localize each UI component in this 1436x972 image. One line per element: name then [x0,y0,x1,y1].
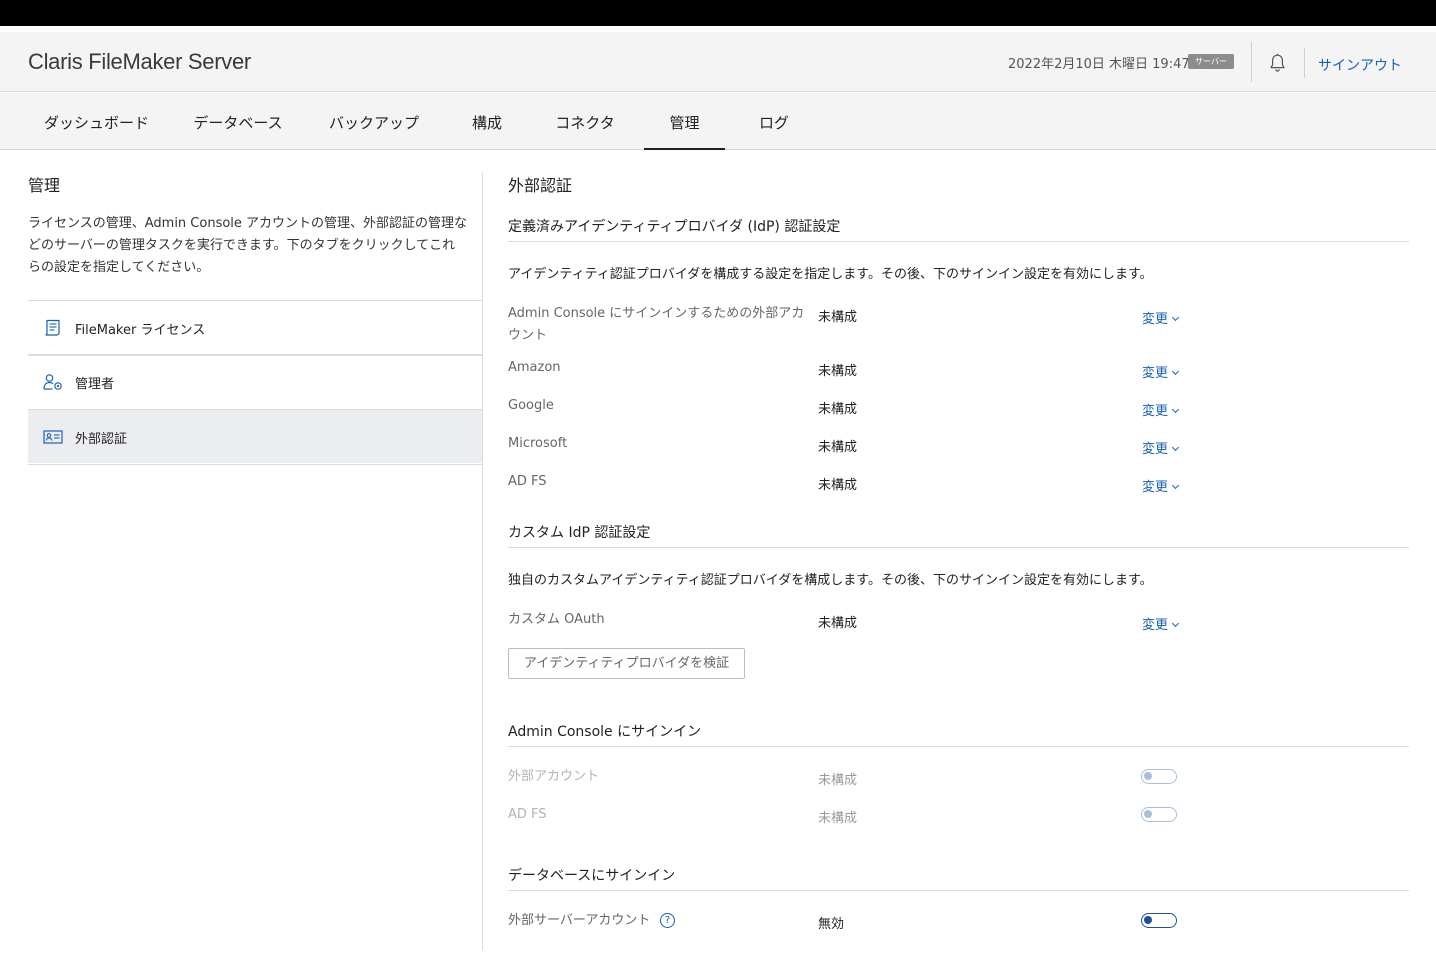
toggle-knob [1144,810,1152,818]
external-server-account-toggle[interactable] [1141,913,1177,928]
help-icon[interactable]: ? [660,913,675,928]
section-description: 独自のカスタムアイデンティティ認証プロバイダを構成します。その後、下のサインイン… [508,573,1153,588]
change-button[interactable]: 変更 [1142,476,1180,495]
external-account-toggle[interactable] [1141,769,1177,784]
tab-databases[interactable]: データベース [180,93,296,149]
tab-logs[interactable]: ログ [744,93,804,149]
row-status: 未構成 [818,440,858,455]
page-title: 外部認証 [508,176,573,195]
tab-backups[interactable]: バックアップ [318,93,430,149]
sidebar-item-label: 管理者 [75,377,115,392]
sidebar-item-label: 外部認証 [75,432,128,447]
tab-administration[interactable]: 管理 [644,93,725,150]
section-title-db-signin: データベースにサインイン [508,868,676,884]
panel-divider [482,172,483,950]
chevron-down-icon [1171,313,1180,322]
server-badge: サーバー [1188,54,1234,69]
row-status: 無効 [818,917,845,932]
section-divider [508,547,1409,548]
bell-icon[interactable] [1268,53,1287,73]
row-label: 外部アカウント [508,769,600,784]
change-button[interactable]: 変更 [1142,438,1180,457]
row-status: 未構成 [818,478,858,493]
section-divider [508,241,1409,242]
admin-user-icon [43,374,62,390]
row-label: Google [508,398,554,413]
chevron-down-icon [1171,481,1180,490]
os-top-bar [0,0,1436,26]
section-title-custom-idp: カスタム IdP 認証設定 [508,525,651,541]
sidebar-item-label: FileMaker ライセンス [75,323,206,338]
left-panel-title: 管理 [28,176,61,195]
change-button[interactable]: 変更 [1142,614,1180,633]
chevron-down-icon [1171,443,1180,452]
row-label: Admin Console にサインインするための外部アカウント [508,306,805,343]
change-label: 変更 [1142,366,1169,381]
row-status: 未構成 [818,616,858,631]
toggle-knob [1144,772,1152,780]
chevron-down-icon [1171,619,1180,628]
change-button[interactable]: 変更 [1142,400,1180,419]
chevron-down-icon [1171,367,1180,376]
row-label: 外部サーバーアカウント [508,913,651,928]
license-icon [45,319,60,336]
section-divider [508,746,1409,747]
row-status: 未構成 [818,773,858,788]
header-divider [1304,48,1305,78]
left-panel-description: ライセンスの管理、Admin Console アカウントの管理、外部認証の管理な… [28,216,468,275]
row-status: 未構成 [818,310,858,325]
main-nav: ダッシュボード データベース バックアップ 構成 コネクタ 管理 ログ [0,93,1436,150]
row-status: 未構成 [818,811,858,826]
change-label: 変更 [1142,618,1169,633]
toggle-knob [1144,916,1152,924]
change-button[interactable]: 変更 [1142,308,1180,327]
server-datetime: 2022年2月10日 木曜日 19:47 [1008,57,1190,72]
change-label: 変更 [1142,404,1169,419]
row-status: 未構成 [818,364,858,379]
header-divider [1251,42,1252,82]
change-label: 変更 [1142,312,1169,327]
tab-connectors[interactable]: コネクタ [542,93,628,149]
id-card-icon [43,430,63,444]
tab-configuration[interactable]: 構成 [458,93,516,149]
section-divider [508,890,1409,891]
verify-idp-button[interactable]: アイデンティティプロバイダを検証 [508,648,745,679]
adfs-toggle[interactable] [1141,807,1177,822]
section-title-admin-signin: Admin Console にサインイン [508,724,702,740]
section-title-idp: 定義済みアイデンティティプロバイダ (IdP) 認証設定 [508,219,841,235]
divider [28,464,483,465]
row-label: Amazon [508,360,561,375]
app-header: Claris FileMaker Server 2022年2月10日 木曜日 1… [0,32,1436,92]
sidebar-item-external-auth[interactable]: 外部認証 [28,409,483,463]
section-description: アイデンティティ認証プロバイダを構成する設定を指定します。その後、下のサインイン… [508,267,1153,282]
tab-dashboard[interactable]: ダッシュボード [28,93,165,149]
change-button[interactable]: 変更 [1142,362,1180,381]
row-label: AD FS [508,474,547,489]
app-title: Claris FileMaker Server [28,49,251,74]
row-status: 未構成 [818,402,858,417]
row-label: Microsoft [508,436,568,451]
sidebar-item-filemaker-license[interactable]: FileMaker ライセンス [28,300,483,354]
change-label: 変更 [1142,480,1169,495]
change-label: 変更 [1142,442,1169,457]
row-label: AD FS [508,807,547,822]
signout-link[interactable]: サインアウト [1318,55,1402,75]
row-label: カスタム OAuth [508,612,605,627]
chevron-down-icon [1171,405,1180,414]
sidebar-item-administrators[interactable]: 管理者 [28,355,483,409]
